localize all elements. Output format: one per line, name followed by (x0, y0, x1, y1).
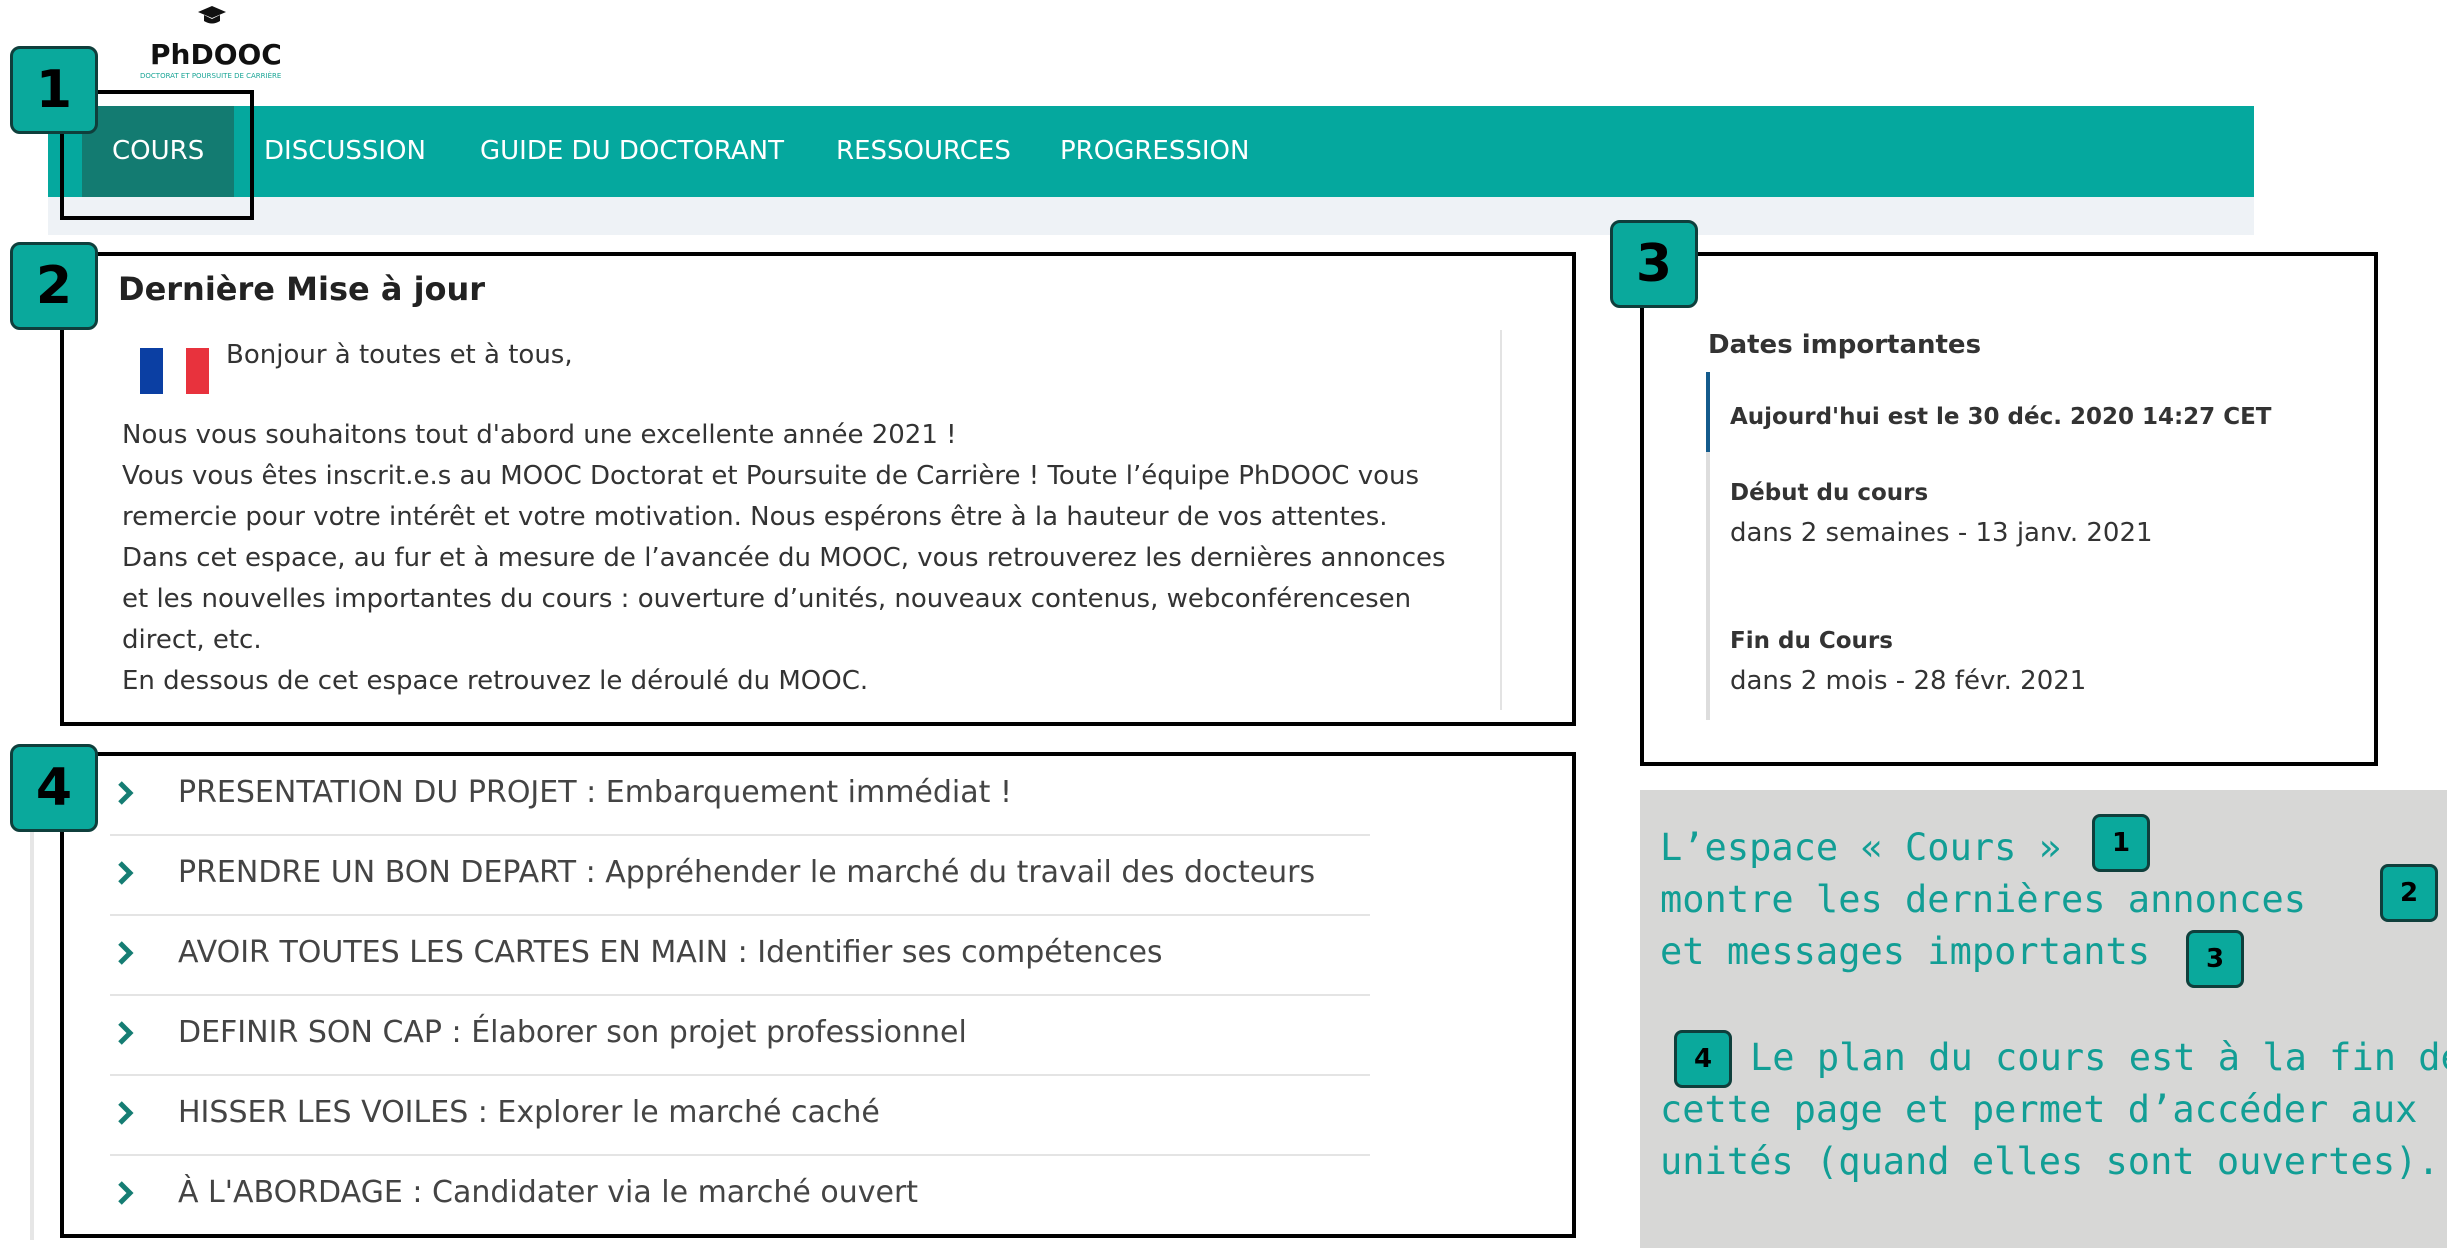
logo-name: PhDOOC (150, 38, 282, 71)
french-flag-icon (140, 348, 209, 394)
info-badge-3: 3 (2186, 930, 2244, 988)
info-line-2: montre les dernières annonces (1660, 878, 2307, 921)
update-line-6: direct, etc. (122, 625, 262, 655)
dates-title: Dates importantes (1708, 330, 1982, 360)
phdooc-logo[interactable]: PhDOOC DOCTORAT ET POURSUITE DE CARRIÈRE (136, 4, 306, 84)
callout-badge-3: 3 (1610, 220, 1698, 308)
course-nav: COURS DISCUSSION GUIDE DU DOCTORANT RESS… (48, 106, 2254, 197)
info-line-5: cette page et permet d’accéder aux (1660, 1088, 2418, 1131)
update-line-3: remercie pour votre intérêt et votre mot… (122, 502, 1388, 532)
update-line-1: Nous vous souhaitons tout d'abord une ex… (122, 420, 957, 450)
callout-badge-4: 4 (10, 744, 98, 832)
info-line-3: et messages importants (1660, 930, 2151, 973)
update-line-5: et les nouvelles importantes du cours : … (122, 584, 1412, 614)
tab-guide-du-doctorant[interactable]: GUIDE DU DOCTORANT (480, 106, 784, 197)
info-badge-1: 1 (2092, 814, 2150, 872)
date-end-value: dans 2 mois - 28 févr. 2021 (1730, 666, 2087, 696)
update-divider (1500, 330, 1502, 710)
update-line-7: En dessous de cet espace retrouvez le dé… (122, 666, 869, 696)
date-today: Aujourd'hui est le 30 déc. 2020 14:27 CE… (1730, 404, 2272, 430)
update-title: Dernière Mise à jour (118, 270, 486, 308)
update-greeting: Bonjour à toutes et à tous, (226, 340, 573, 370)
info-line-4: Le plan du cours est à la fin de (1750, 1036, 2447, 1079)
info-panel: L’espace « Cours » 1 montre les dernière… (1640, 790, 2447, 1248)
tab-discussion[interactable]: DISCUSSION (264, 106, 426, 197)
info-line-6: unités (quand elles sont ouvertes). (1660, 1140, 2440, 1183)
graduation-cap-icon (198, 6, 226, 24)
nav-subbar (48, 197, 2254, 235)
info-badge-4: 4 (1674, 1030, 1732, 1088)
info-badge-2: 2 (2380, 864, 2438, 922)
update-line-4: Dans cet espace, au fur et à mesure de l… (122, 543, 1446, 573)
logo-tagline: DOCTORAT ET POURSUITE DE CARRIÈRE (140, 72, 282, 80)
tab-ressources[interactable]: RESSOURCES (836, 106, 1011, 197)
date-start-value: dans 2 semaines - 13 janv. 2021 (1730, 518, 2153, 548)
outline-rail (30, 760, 34, 1240)
callout-frame-4 (60, 752, 1576, 1238)
tab-progression[interactable]: PROGRESSION (1060, 106, 1249, 197)
info-line-1: L’espace « Cours » (1660, 826, 2061, 869)
dates-timeline-current (1706, 372, 1710, 452)
callout-badge-2: 2 (10, 242, 98, 330)
callout-badge-1: 1 (10, 46, 98, 134)
date-end-label: Fin du Cours (1730, 628, 1893, 654)
update-line-2: Vous vous êtes inscrit.e.s au MOOC Docto… (122, 461, 1420, 491)
date-start-label: Début du cours (1730, 480, 1929, 506)
